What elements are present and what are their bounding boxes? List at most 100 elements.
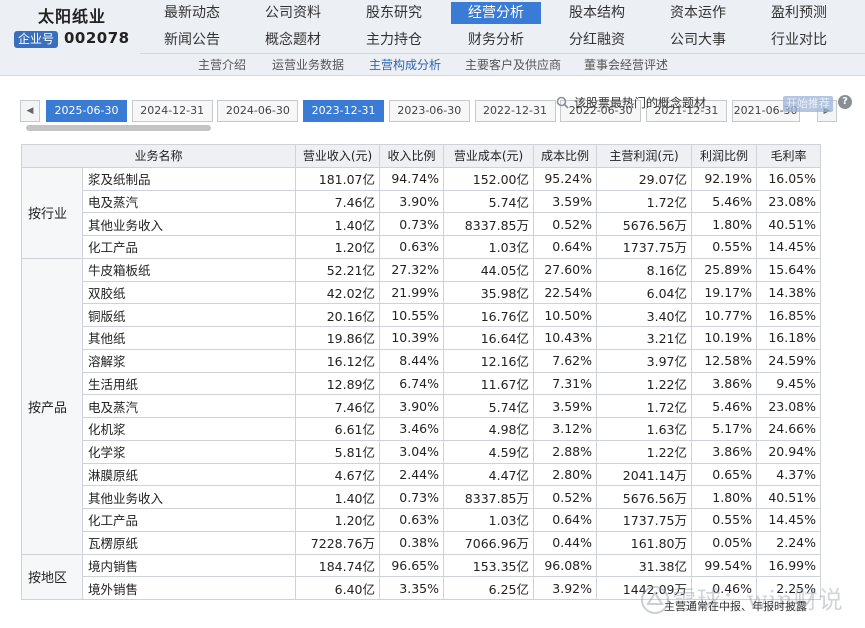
value-cell: 3.04% (379, 439, 444, 464)
value-cell: 29.07亿 (596, 166, 692, 191)
value-cell: 24.59% (756, 348, 821, 373)
value-cell: 10.43% (533, 326, 597, 350)
subnav-item-4[interactable]: 董事会经营评述 (584, 54, 668, 76)
value-cell: 3.40亿 (596, 303, 692, 327)
nav-item-row2-3[interactable]: 财务分析 (451, 29, 541, 51)
nav-item-row1-2[interactable]: 股东研究 (349, 2, 439, 24)
business-name-cell: 电及蒸汽 (82, 189, 296, 214)
business-name-cell: 化工产品 (82, 508, 296, 532)
business-name-cell: 淋膜原纸 (82, 462, 296, 487)
value-cell: 6.61亿 (295, 417, 380, 441)
value-cell: 4.67亿 (295, 462, 380, 487)
nav-item-row2-2[interactable]: 主力持仓 (349, 29, 439, 51)
subnav-item-2[interactable]: 主营构成分析 (369, 54, 441, 76)
value-cell: 44.05亿 (443, 257, 534, 282)
value-cell: 0.64% (533, 235, 597, 259)
table-header-row: 业务名称 营业收入(元) 收入比例 营业成本(元) 成本比例 主营利润(元) 利… (21, 144, 821, 168)
value-cell: 9.45% (756, 371, 821, 396)
nav-item-row1-3[interactable]: 经营分析 (451, 2, 541, 24)
value-cell: 0.38% (379, 530, 444, 555)
nav-item-row1-5[interactable]: 资本运作 (653, 2, 743, 24)
value-cell: 6.74% (379, 371, 444, 396)
business-name-cell: 其他纸 (82, 326, 296, 350)
hot-concept-link[interactable]: 该股票最热门的概念题材 (556, 94, 706, 111)
table-row: 电及蒸汽 7.46亿 3.90% 5.74亿 3.59% 1.72亿 5.46% 23.08% (22, 394, 821, 418)
period-tab-1[interactable]: 2024-12-31 (131, 100, 213, 122)
value-cell: 0.52% (533, 485, 597, 509)
period-tab-5[interactable]: 2022-12-31 (474, 100, 556, 122)
value-cell: 3.35% (379, 576, 444, 600)
nav-item-row1-4[interactable]: 股本结构 (552, 2, 642, 24)
value-cell: 1.40亿 (295, 485, 380, 509)
table-row: 按地区 境内销售 184.74亿 96.65% 153.35亿 96.08% 31.38亿 9… (21, 553, 821, 600)
recommend-button[interactable]: 开始推荐 (783, 96, 833, 112)
period-scrollbar[interactable] (26, 125, 211, 131)
business-name-cell: 境内销售 (82, 553, 296, 578)
value-cell: 5.81亿 (295, 439, 380, 464)
value-cell: 16.12亿 (295, 348, 380, 373)
col-header-profit: 主营利润(元) (596, 144, 692, 168)
value-cell: 0.52% (533, 212, 597, 236)
value-cell: 0.63% (379, 508, 444, 532)
nav-item-row2-1[interactable]: 概念题材 (248, 29, 338, 51)
col-header-cost: 营业成本(元) (443, 144, 534, 168)
value-cell: 2041.14万 (596, 462, 692, 487)
value-cell: 3.92% (533, 576, 597, 600)
period-tab-0[interactable]: 2025-06-30 (46, 100, 127, 122)
value-cell: 5.17% (691, 417, 757, 441)
value-cell: 10.39% (379, 326, 444, 350)
business-name-cell: 化机浆 (82, 417, 296, 441)
value-cell: 161.80万 (596, 530, 692, 555)
nav-item-row1-6[interactable]: 盈利预测 (754, 2, 844, 24)
subnav-item-1[interactable]: 运营业务数据 (272, 54, 344, 76)
business-name-cell: 化工产品 (82, 235, 296, 259)
period-tab-3[interactable]: 2023-12-31 (303, 100, 385, 122)
value-cell: 1.80% (691, 485, 757, 509)
nav-item-row2-6[interactable]: 行业对比 (754, 29, 844, 51)
value-cell: 1.22亿 (596, 371, 692, 396)
value-cell: 20.94% (756, 439, 821, 464)
subnav-item-3[interactable]: 主要客户及供应商 (465, 54, 561, 76)
nav-item-row1-1[interactable]: 公司资料 (248, 2, 338, 24)
table-row: 化工产品 1.20亿 0.63% 1.03亿 0.64% 1737.75万 0.55% 14.… (22, 235, 821, 259)
value-cell: 19.17% (691, 280, 757, 305)
nav-item-row2-4[interactable]: 分红融资 (552, 29, 642, 51)
value-cell: 27.60% (533, 257, 597, 282)
value-cell: 0.55% (691, 508, 757, 532)
value-cell: 2.80% (533, 462, 597, 487)
nav-item-row2-0[interactable]: 新闻公告 (147, 29, 237, 51)
value-cell: 11.67亿 (443, 371, 534, 396)
value-cell: 3.12% (533, 417, 597, 441)
value-cell: 3.86% (691, 439, 757, 464)
period-prev-button[interactable]: ◀ (20, 100, 40, 122)
value-cell: 1.72亿 (596, 394, 692, 418)
period-tab-2[interactable]: 2024-06-30 (217, 100, 299, 122)
value-cell: 40.51% (756, 212, 821, 236)
period-tab-4[interactable]: 2023-06-30 (388, 100, 470, 122)
value-cell: 24.66% (756, 417, 821, 441)
value-cell: 96.65% (379, 553, 444, 578)
subnav-item-0[interactable]: 主营介绍 (198, 54, 246, 76)
value-cell: 8.16亿 (596, 257, 692, 282)
col-header-revenue: 营业收入(元) (295, 144, 380, 168)
value-cell: 7.62% (533, 348, 597, 373)
value-cell: 1.22亿 (596, 439, 692, 464)
help-icon[interactable]: ? (838, 95, 852, 109)
value-cell: 40.51% (756, 485, 821, 509)
value-cell: 95.24% (533, 166, 597, 191)
business-name-cell: 溶解浆 (82, 348, 296, 373)
business-name-cell: 境外销售 (82, 576, 296, 600)
hot-concept-text: 该股票最热门的概念题材 (574, 96, 707, 110)
nav-item-row1-0[interactable]: 最新动态 (147, 2, 237, 24)
table-row: 溶解浆 16.12亿 8.44% 12.16亿 7.62% 3.97亿 12.58% 24.5… (22, 348, 821, 373)
value-cell: 0.64% (533, 508, 597, 532)
category-cell: 按行业 (21, 166, 83, 259)
value-cell: 14.45% (756, 235, 821, 259)
category-cell: 按产品 (21, 257, 83, 555)
value-cell: 23.08% (756, 189, 821, 214)
value-cell: 16.05% (756, 166, 821, 191)
col-header-business-name: 业务名称 (21, 144, 296, 168)
value-cell: 6.04亿 (596, 280, 692, 305)
nav-item-row2-5[interactable]: 公司大事 (653, 29, 743, 51)
value-cell: 7.46亿 (295, 394, 380, 418)
